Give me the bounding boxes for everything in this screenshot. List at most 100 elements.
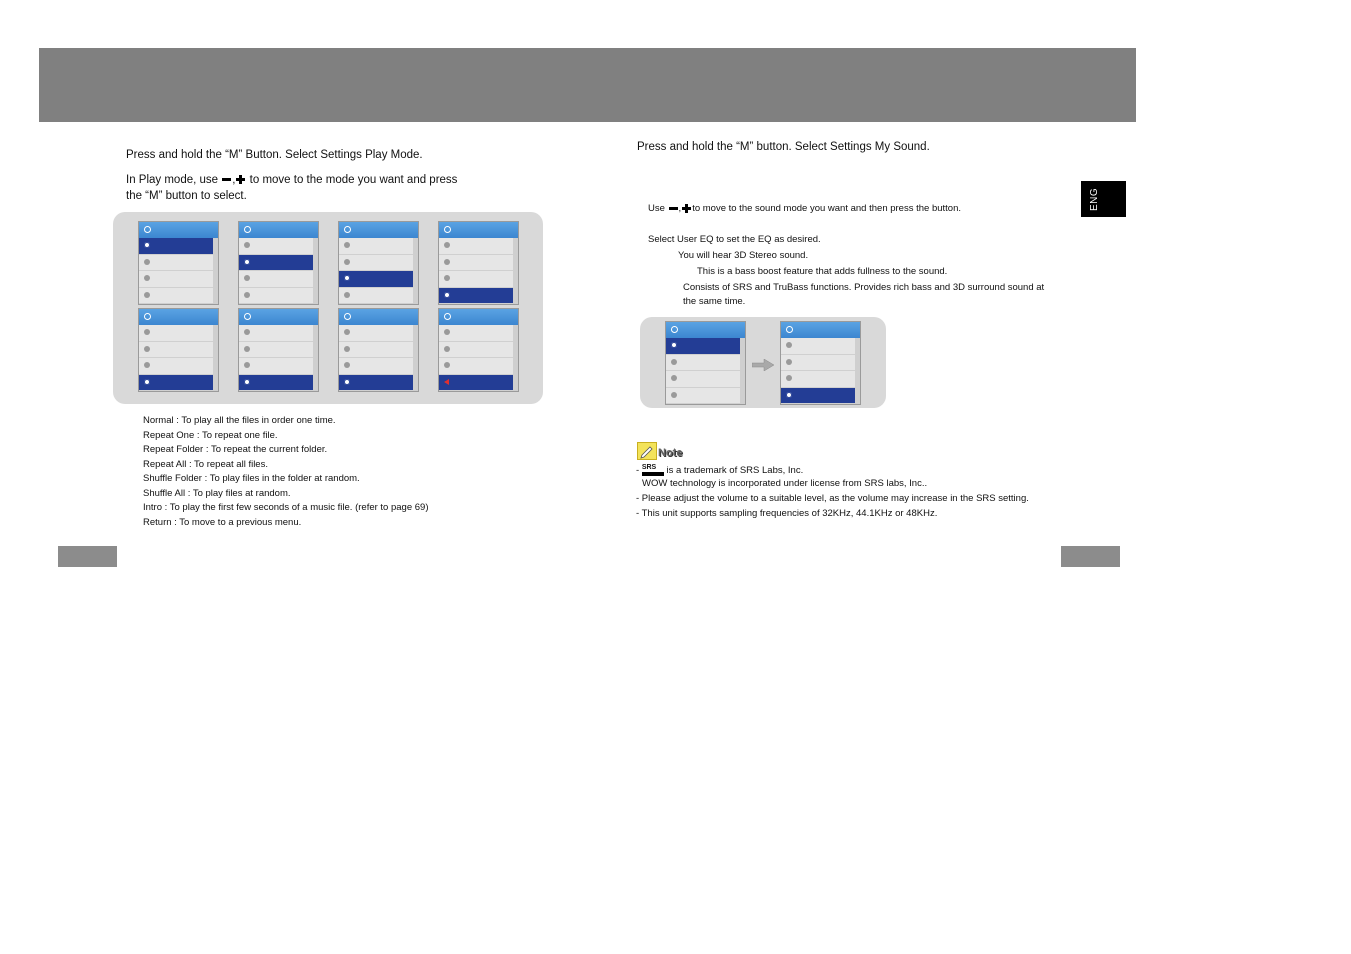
screen-row <box>339 325 413 342</box>
move-text: to move to the mode you want and press <box>249 174 458 186</box>
device-screen <box>438 308 519 392</box>
screen-row-selected <box>439 287 513 304</box>
screen-row <box>139 255 213 271</box>
mode-repeat-all: Repeat All : To repeat all files. <box>143 458 268 470</box>
screen-row <box>139 271 213 288</box>
screen-row <box>239 342 313 358</box>
screen-header <box>339 222 418 238</box>
screen-header <box>239 222 318 238</box>
mode-repeat-folder: Repeat Folder : To repeat the current fo… <box>143 444 328 455</box>
radio-icon <box>144 275 150 281</box>
radio-icon <box>444 242 450 248</box>
screen-row-selected <box>139 238 213 255</box>
bass-text: This is a bass boost feature that adds f… <box>697 266 948 277</box>
screen-row <box>339 342 413 358</box>
radio-icon <box>344 258 350 265</box>
screen-header <box>781 322 860 338</box>
radio-icon <box>244 329 250 335</box>
return-icon <box>444 378 449 385</box>
screen-scrollbar <box>855 338 860 404</box>
screen-header <box>439 222 518 238</box>
screen-row <box>139 358 213 375</box>
note-wow: WOW technology is incorporated under lic… <box>642 478 928 489</box>
srs-text-line2: the same time. <box>683 296 746 307</box>
screen-header <box>139 222 218 238</box>
screen-scrollbar <box>213 238 218 304</box>
screen-row <box>439 271 513 288</box>
srs-logo: SRS <box>641 464 664 476</box>
mode-shuffle-folder: Shuffle Folder : To play files in the fo… <box>143 473 360 484</box>
screen-header <box>439 309 518 325</box>
screen-row <box>439 325 513 342</box>
screen-scrollbar <box>413 238 418 304</box>
radio-icon <box>444 258 450 265</box>
screen-row <box>239 358 313 375</box>
play-mode-select-line: the “M” button to select. <box>126 190 247 202</box>
radio-icon <box>444 275 450 281</box>
radio-icon <box>344 329 350 335</box>
device-screen <box>338 221 419 305</box>
screen-row-selected <box>239 254 313 271</box>
screen-row <box>239 271 313 288</box>
page-number-tab-left <box>58 546 117 567</box>
radio-icon <box>244 275 250 281</box>
screen-scrollbar <box>513 238 518 304</box>
device-screen <box>438 221 519 305</box>
use-text: Use <box>648 203 665 214</box>
plus-icon <box>682 203 692 213</box>
radio-icon <box>344 242 350 248</box>
radio-icon <box>344 291 350 298</box>
minus-icon <box>668 206 678 210</box>
screen-row <box>666 355 740 371</box>
screen-row <box>139 325 213 342</box>
device-screen <box>138 221 219 305</box>
screen-row <box>781 355 855 371</box>
screen-row <box>339 255 413 271</box>
radio-icon <box>344 345 350 352</box>
screen-row <box>439 238 513 255</box>
screen-row <box>139 342 213 358</box>
minus-icon <box>222 178 232 182</box>
use-text: In Play mode, use <box>126 174 219 186</box>
screen-row-selected <box>781 387 855 404</box>
screen-row <box>666 371 740 388</box>
screen-row-selected <box>339 374 413 391</box>
radio-icon <box>786 391 792 398</box>
screen-header <box>239 309 318 325</box>
screen-row <box>139 288 213 304</box>
screen-row <box>439 255 513 271</box>
screen-row <box>339 358 413 375</box>
radio-icon <box>444 291 450 298</box>
screen-row <box>239 238 313 255</box>
language-tab-label: ENG <box>1089 187 1100 211</box>
radio-icon <box>344 362 350 368</box>
mode-intro: Intro : To play the first few seconds of… <box>143 502 429 513</box>
radio-icon <box>671 391 677 398</box>
screen-row-selected <box>139 374 213 391</box>
mode-shuffle-all: Shuffle All : To play files at random. <box>143 487 291 499</box>
radio-icon <box>144 329 150 335</box>
screen-row <box>439 358 513 375</box>
screen-row <box>239 288 313 304</box>
radio-icon <box>671 358 677 365</box>
screen-scrollbar <box>413 325 418 391</box>
radio-icon <box>244 362 250 368</box>
radio-icon <box>444 329 450 335</box>
screen-row <box>781 371 855 388</box>
radio-icon <box>144 362 150 368</box>
device-screen <box>238 308 319 392</box>
device-screen <box>665 321 746 405</box>
screen-row-selected <box>439 374 513 391</box>
mode-return: Return : To move to a previous menu. <box>143 516 302 528</box>
note-label: Note <box>658 447 683 459</box>
page-number-tab-right <box>1061 546 1120 567</box>
device-screen <box>780 321 861 405</box>
user-eq-text: Select User EQ to set the EQ as desired. <box>648 234 821 245</box>
stereo-text: You will hear 3D Stereo sound. <box>678 250 809 261</box>
radio-icon <box>244 291 250 298</box>
mode-repeat-one: Repeat One : To repeat one file. <box>143 429 278 441</box>
screen-row <box>666 388 740 404</box>
screen-scrollbar <box>313 325 318 391</box>
screen-row <box>439 342 513 358</box>
device-screen <box>238 221 319 305</box>
